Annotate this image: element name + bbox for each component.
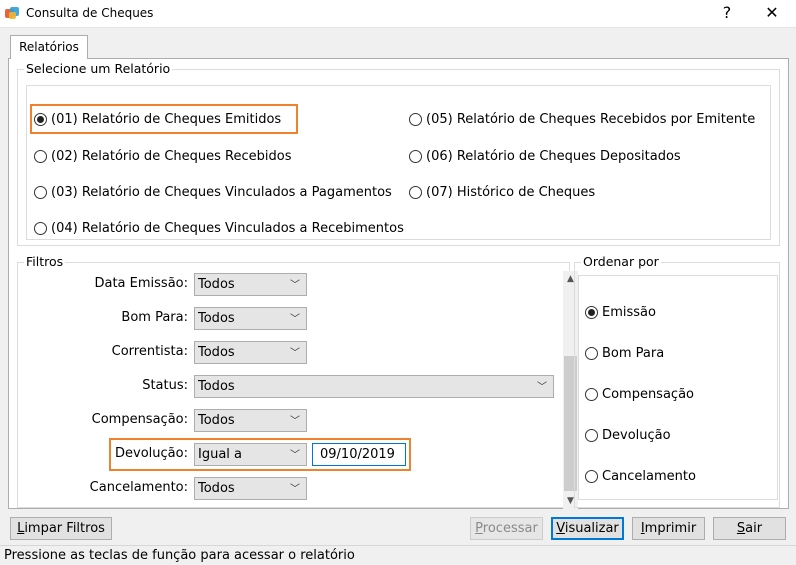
order-option-label: Devolução bbox=[602, 427, 671, 443]
filter-label-bom-para: Bom Para: bbox=[121, 310, 188, 325]
status-bar: Pressione as teclas de função para acess… bbox=[0, 545, 796, 565]
report-option-03[interactable]: (03) Relatório de Cheques Vinculados a P… bbox=[34, 182, 392, 202]
radio-icon[interactable] bbox=[409, 112, 422, 126]
chevron-down-icon: ﹀ bbox=[537, 382, 547, 393]
order-option-bom-para[interactable]: Bom Para bbox=[585, 343, 664, 363]
close-button[interactable]: ✕ bbox=[750, 0, 794, 28]
filters-group: Filtros Data Emissão: Todos ﹀ Bom Para: … bbox=[17, 254, 578, 509]
radio-icon[interactable] bbox=[409, 149, 422, 163]
filter-correntista-select[interactable]: Todos ﹀ bbox=[194, 341, 307, 364]
filter-label-compensacao: Compensação: bbox=[91, 412, 188, 427]
filters-scroll-area: Data Emissão: Todos ﹀ Bom Para: Todos ﹀ … bbox=[18, 271, 564, 504]
radio-icon[interactable] bbox=[585, 428, 598, 442]
order-option-label: Bom Para bbox=[602, 345, 665, 361]
report-option-02[interactable]: (02) Relatório de Cheques Recebidos bbox=[34, 146, 291, 166]
processar-button[interactable]: Processar bbox=[470, 517, 543, 540]
report-selection-legend: Selecione um Relatório bbox=[24, 61, 173, 76]
radio-checked-icon[interactable] bbox=[585, 305, 598, 319]
filter-compensacao-select[interactable]: Todos ﹀ bbox=[194, 409, 307, 432]
radio-icon[interactable] bbox=[409, 185, 422, 199]
chevron-down-icon: ﹀ bbox=[290, 416, 300, 427]
filters-legend: Filtros bbox=[24, 254, 66, 269]
order-option-emissao[interactable]: Emissão bbox=[585, 302, 656, 322]
report-selection-group: Selecione um Relatório (01) Relatório de… bbox=[17, 61, 780, 246]
order-options-panel: Emissão Bom Para Compensação Devolução C… bbox=[578, 275, 778, 500]
report-option-label: (07) Histórico de Cheques bbox=[426, 184, 596, 200]
order-by-legend: Ordenar por bbox=[581, 254, 661, 269]
order-option-label: Compensação bbox=[602, 386, 694, 402]
filter-label-status: Status: bbox=[142, 378, 188, 393]
help-button[interactable]: ? bbox=[705, 0, 749, 28]
filter-data-emissao-select[interactable]: Todos ﹀ bbox=[194, 273, 307, 296]
report-option-label: (03) Relatório de Cheques Vinculados a P… bbox=[51, 184, 392, 200]
radio-icon[interactable] bbox=[585, 469, 598, 483]
order-option-label: Emissão bbox=[602, 304, 656, 320]
visualizar-button[interactable]: Visualizar bbox=[551, 517, 624, 540]
report-option-label: (06) Relatório de Cheques Depositados bbox=[426, 148, 681, 164]
imprimir-button[interactable]: Imprimir bbox=[632, 517, 705, 540]
tab-panel: Selecione um Relatório (01) Relatório de… bbox=[8, 58, 789, 509]
tab-relatorios[interactable]: Relatórios bbox=[10, 35, 88, 59]
report-option-04[interactable]: (04) Relatório de Cheques Vinculados a R… bbox=[34, 218, 404, 238]
chevron-down-icon: ﹀ bbox=[290, 314, 300, 325]
filter-value: Todos bbox=[198, 345, 235, 360]
report-option-label: (05) Relatório de Cheques Recebidos por … bbox=[426, 111, 756, 127]
report-option-05[interactable]: (05) Relatório de Cheques Recebidos por … bbox=[409, 109, 755, 129]
order-option-cancelamento[interactable]: Cancelamento bbox=[585, 466, 696, 486]
report-option-06[interactable]: (06) Relatório de Cheques Depositados bbox=[409, 146, 681, 166]
filter-cancelamento-select[interactable]: Todos ﹀ bbox=[194, 477, 307, 500]
order-option-devolucao[interactable]: Devolução bbox=[585, 425, 671, 445]
devolucao-highlight bbox=[109, 438, 411, 471]
chevron-down-icon: ﹀ bbox=[290, 484, 300, 495]
report-options-panel: (01) Relatório de Cheques Emitidos (02) … bbox=[26, 85, 771, 240]
filter-value: Todos bbox=[198, 311, 235, 326]
chevron-down-icon: ﹀ bbox=[290, 348, 300, 359]
title-bar: Consulta de Cheques ? ✕ bbox=[0, 0, 796, 28]
filter-value: Todos bbox=[198, 481, 235, 496]
radio-icon[interactable] bbox=[34, 149, 47, 163]
selected-report-highlight bbox=[30, 104, 298, 134]
radio-icon[interactable] bbox=[585, 387, 598, 401]
sair-button[interactable]: Sair bbox=[713, 517, 786, 540]
report-option-label: (04) Relatório de Cheques Vinculados a R… bbox=[51, 220, 404, 236]
window-title: Consulta de Cheques bbox=[26, 6, 154, 20]
limpar-filtros-button[interactable]: Limpar Filtros bbox=[10, 517, 112, 540]
order-by-group: Ordenar por Emissão Bom Para Compensação… bbox=[574, 254, 780, 508]
chevron-down-icon: ﹀ bbox=[290, 280, 300, 291]
radio-icon[interactable] bbox=[585, 346, 598, 360]
filter-value: Todos bbox=[198, 413, 235, 428]
filter-label-cancelamento: Cancelamento: bbox=[89, 480, 188, 495]
report-option-label: (02) Relatório de Cheques Recebidos bbox=[51, 148, 292, 164]
filter-value: Todos bbox=[198, 379, 235, 394]
radio-icon[interactable] bbox=[34, 221, 47, 235]
filter-label-correntista: Correntista: bbox=[111, 344, 188, 359]
radio-icon[interactable] bbox=[34, 185, 47, 199]
app-icon bbox=[5, 7, 19, 19]
filter-bom-para-select[interactable]: Todos ﹀ bbox=[194, 307, 307, 330]
order-option-label: Cancelamento bbox=[602, 468, 696, 484]
order-option-compensacao[interactable]: Compensação bbox=[585, 384, 694, 404]
filter-status-select[interactable]: Todos ﹀ bbox=[194, 375, 554, 398]
report-option-07[interactable]: (07) Histórico de Cheques bbox=[409, 182, 595, 202]
filter-value: Todos bbox=[198, 277, 235, 292]
filter-label-data-emissao: Data Emissão: bbox=[94, 276, 188, 291]
